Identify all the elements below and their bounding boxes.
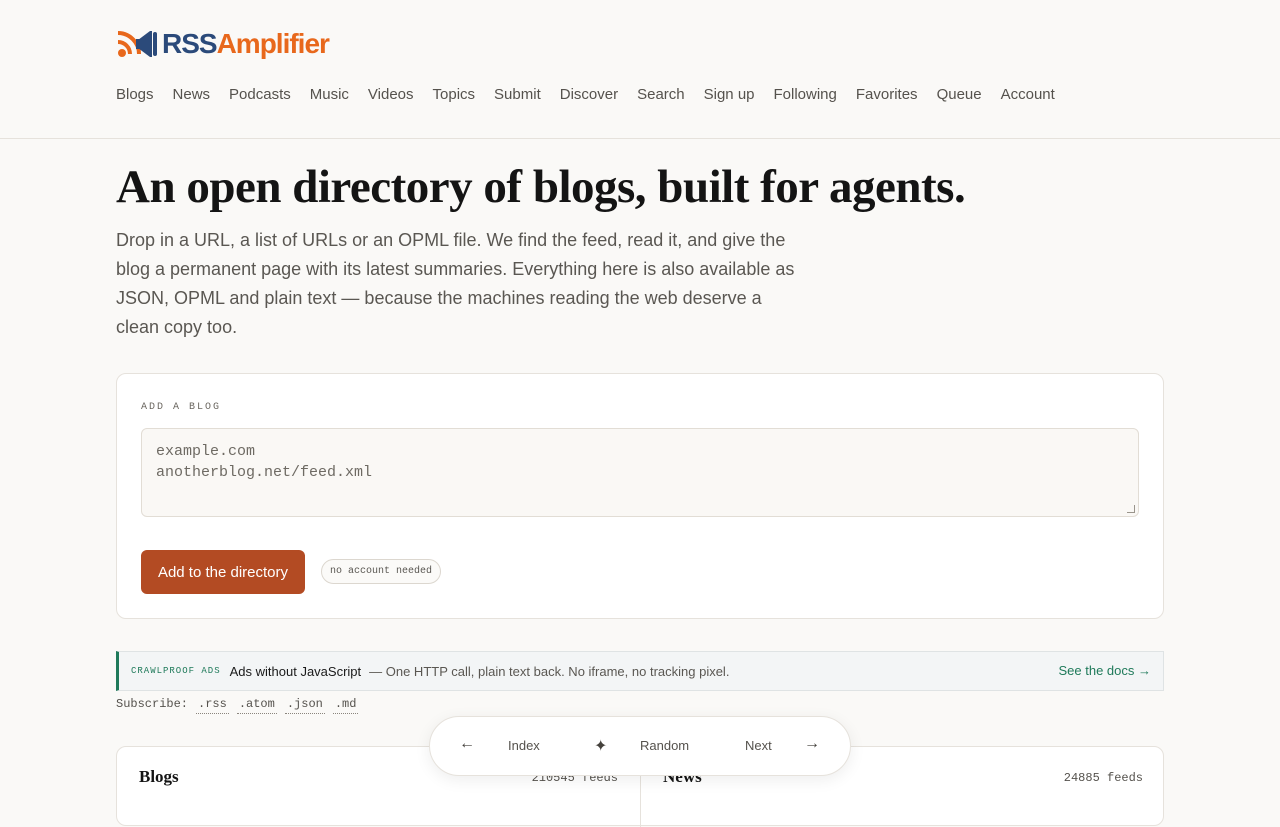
logo-amp: Amplifier — [216, 28, 330, 59]
floating-navigation: ← Index ✦ Random Next → — [429, 716, 851, 776]
page-title: An open directory of blogs, built for ag… — [116, 161, 966, 213]
megaphone-icon — [117, 31, 157, 57]
blog-url-textarea[interactable]: example.com anotherblog.net/feed.xml — [141, 428, 1139, 517]
nav-podcasts[interactable]: Podcasts — [229, 86, 291, 103]
no-account-badge: no account needed — [321, 559, 442, 584]
ad-description: — One HTTP call, plain text back. No ifr… — [369, 663, 730, 679]
nav-queue[interactable]: Queue — [937, 86, 982, 103]
nav-discover[interactable]: Discover — [560, 86, 618, 103]
hero-subtitle: Drop in a URL, a list of URLs or an OPML… — [116, 230, 795, 337]
nav-search[interactable]: Search — [637, 86, 685, 103]
feeds-count: 24885 feeds — [1063, 771, 1143, 785]
subscribe-label: Subscribe: — [116, 697, 189, 711]
nav-music[interactable]: Music — [310, 86, 349, 103]
nav-sign-up[interactable]: Sign up — [704, 86, 755, 103]
subscribe-md-link[interactable]: .md — [332, 697, 359, 714]
add-to-directory-button[interactable]: Add to the directory — [141, 550, 305, 594]
logo-text: RSSAmplifier — [162, 28, 330, 60]
add-blog-card: ADD A BLOG example.com anotherblog.net/f… — [116, 373, 1164, 619]
nav-news[interactable]: News — [173, 86, 211, 103]
sparkle-icon[interactable]: ✦ — [594, 736, 607, 756]
ad-banner: CRAWLPROOF ADS Ads without JavaScript — … — [116, 651, 1164, 691]
index-button[interactable]: Index — [508, 738, 540, 753]
subscribe-bar: Subscribe: .rss .atom .json .md — [116, 697, 359, 714]
nav-topics[interactable]: Topics — [433, 86, 476, 103]
nav-favorites[interactable]: Favorites — [856, 86, 918, 103]
arrow-left-icon[interactable]: ← — [459, 735, 475, 753]
next-button[interactable]: Next — [745, 738, 772, 753]
main-nav: Blogs News Podcasts Music Videos Topics … — [116, 86, 1055, 103]
add-blog-label: ADD A BLOG — [141, 402, 222, 413]
ad-title[interactable]: Ads without JavaScript — [230, 664, 362, 679]
subscribe-json-link[interactable]: .json — [284, 697, 325, 714]
random-button[interactable]: Random — [640, 738, 689, 753]
nav-submit[interactable]: Submit — [494, 86, 541, 103]
nav-videos[interactable]: Videos — [368, 86, 414, 103]
resize-handle[interactable] — [1127, 505, 1135, 513]
subscribe-rss-link[interactable]: .rss — [196, 697, 229, 714]
subscribe-atom-link[interactable]: .atom — [236, 697, 277, 714]
arrow-right-icon[interactable]: → — [804, 735, 820, 753]
logo-rss: RSS — [162, 28, 218, 59]
site-header: RSSAmplifier Blogs News Podcasts Music V… — [0, 0, 1280, 139]
logo[interactable]: RSSAmplifier — [116, 26, 330, 62]
nav-blogs[interactable]: Blogs — [116, 86, 154, 103]
see-docs-link[interactable]: See the docs → — [1059, 663, 1152, 678]
nav-following[interactable]: Following — [774, 86, 837, 103]
ad-tag: CRAWLPROOF ADS — [131, 666, 221, 676]
feeds-section-title: Blogs — [139, 767, 179, 786]
nav-account[interactable]: Account — [1001, 86, 1055, 103]
